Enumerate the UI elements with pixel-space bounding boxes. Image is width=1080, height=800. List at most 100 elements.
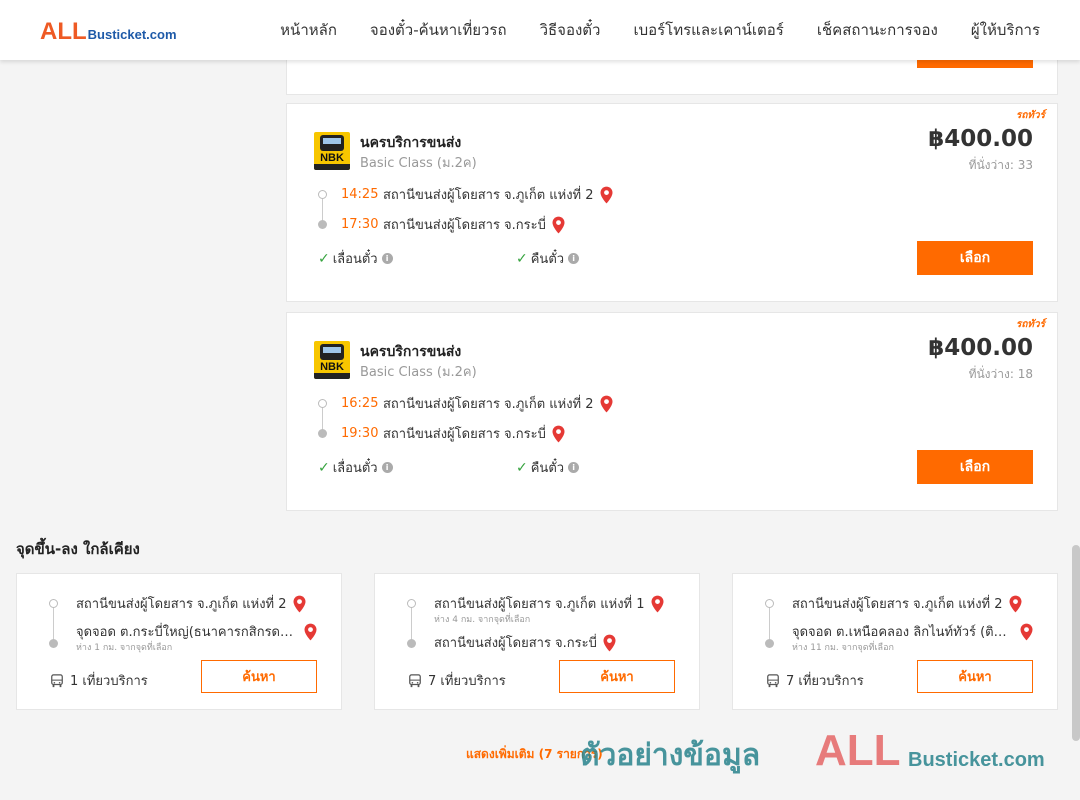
trip-card: รถทัวร์ NBK นครบริการขนส่ง Basic Class (… [286,312,1058,511]
watermark-all-text: ALL [815,726,901,775]
distance-note: ห่าง 11 กม. จากจุดที่เลือก [792,643,894,653]
check-icon: ✓ [516,250,528,267]
trip-card: รถทัวร์ NBK นครบริการขนส่ง Basic Class (… [286,103,1058,302]
trip-count-text: 7 เที่ยวบริการ [786,674,864,689]
page-scrollbar[interactable] [1072,545,1080,741]
nearby-to-stop: จุดจอด ต.เหนือคลอง ลิกไนท์ทัวร์ (ติดถนน) [792,621,1048,642]
nearby-section-title: จุดขึ้น-ลง ใกล้เคียง [16,540,140,558]
feature-refund: ✓ คืนตั๋ว i [516,457,580,478]
distance-note: ห่าง 4 กม. จากจุดที่เลือก [434,615,531,625]
bus-icon [320,135,344,151]
nav-home[interactable]: หน้าหลัก [280,18,337,42]
nearby-to-stop: สถานีขนส่งผู้โดยสาร จ.กระบี่ [434,632,690,653]
nav-check-status[interactable]: เช็คสถานะการจอง [817,18,938,42]
arrival-stop: 17:30 สถานีขนส่งผู้โดยสาร จ.กระบี่ [341,214,566,235]
trip-price: ฿400.00 [928,335,1033,361]
check-icon: ✓ [318,459,330,476]
arrival-time: 19:30 [341,426,379,441]
timeline-start-dot [318,399,327,408]
nearby-to-stop: จุดจอด ต.กระบี่ใหญ่(ธนาคารกสิกรดลาดเก่า) [76,621,332,642]
nearby-route-card: สถานีขนส่งผู้โดยสาร จ.ภูเก็ต แห่งที่ 2 จ… [16,573,342,710]
map-pin-icon[interactable] [1008,595,1023,613]
nearby-from-stop: สถานีขนส่งผู้โดยสาร จ.ภูเก็ต แห่งที่ 2 [76,593,332,614]
bus-icon [409,673,421,687]
timeline-end-dot [407,639,416,648]
site-logo[interactable]: ALL Busticket.com [40,18,177,46]
map-pin-icon[interactable] [599,395,614,413]
bus-class: Basic Class (ม.2ค) [360,156,477,171]
stop-name: สถานีขนส่งผู้โดยสาร จ.ภูเก็ต แห่งที่ 2 [792,597,1003,612]
operator-logo: NBK [314,132,350,170]
nav-book-search[interactable]: จองตั๋ว-ค้นหาเที่ยวรถ [370,18,507,42]
nearby-from-stop: สถานีขนส่งผู้โดยสาร จ.ภูเก็ต แห่งที่ 1 [434,593,690,614]
arrival-place: สถานีขนส่งผู้โดยสาร จ.กระบี่ [383,427,546,442]
nav-phone-counter[interactable]: เบอร์โทรและเคาน์เตอร์ [633,18,783,42]
trip-price: ฿400.00 [928,126,1033,152]
departure-place: สถานีขนส่งผู้โดยสาร จ.ภูเก็ต แห่งที่ 2 [383,397,594,412]
timeline-start-dot [318,190,327,199]
timeline-end-dot [318,429,327,438]
stop-name: สถานีขนส่งผู้โดยสาร จ.ภูเก็ต แห่งที่ 1 [434,597,645,612]
map-pin-icon[interactable] [602,634,617,652]
map-pin-icon[interactable] [551,425,566,443]
bus-icon [51,673,63,687]
map-pin-icon[interactable] [551,216,566,234]
arrival-stop: 19:30 สถานีขนส่งผู้โดยสาร จ.กระบี่ [341,423,566,444]
nearby-route-card: สถานีขนส่งผู้โดยสาร จ.ภูเก็ต แห่งที่ 2 จ… [732,573,1058,710]
nearby-search-button[interactable]: ค้นหา [559,660,675,693]
map-pin-icon[interactable] [303,623,318,641]
previous-select-button[interactable] [917,59,1033,68]
info-icon[interactable]: i [381,253,393,264]
timeline-end-dot [765,639,774,648]
stop-name: จุดจอด ต.กระบี่ใหญ่(ธนาคารกสิกรดลาดเก่า) [76,625,298,640]
trip-count: 7 เที่ยวบริการ [408,670,506,691]
bus-type-badge: รถทัวร์ [1015,319,1045,330]
info-icon[interactable]: i [568,253,580,264]
seats-available: ที่นั่งว่าง: 33 [968,158,1033,172]
stop-name: สถานีขนส่งผู้โดยสาร จ.ภูเก็ต แห่งที่ 2 [76,597,287,612]
arrival-time: 17:30 [341,217,379,232]
main-nav: หน้าหลัก จองตั๋ว-ค้นหาเที่ยวรถ วิธีจองตั… [280,0,1040,60]
operator-logo-text: NBK [320,152,344,164]
map-pin-icon[interactable] [599,186,614,204]
departure-place: สถานีขนส่งผู้โดยสาร จ.ภูเก็ต แห่งที่ 2 [383,188,594,203]
seats-available: ที่นั่งว่าง: 18 [968,367,1033,381]
timeline-end-dot [318,220,327,229]
site-header: ALL Busticket.com หน้าหลัก จองตั๋ว-ค้นหา… [0,0,1080,60]
previous-trip-card [286,58,1058,95]
nav-operators[interactable]: ผู้ให้บริการ [971,18,1040,42]
feature-reschedule: ✓ เลื่อนตั๋ว i [318,248,393,269]
nearby-route-card: สถานีขนส่งผู้โดยสาร จ.ภูเก็ต แห่งที่ 1 ห… [374,573,700,710]
distance-note: ห่าง 1 กม. จากจุดที่เลือก [76,643,173,653]
feature-refund: ✓ คืนตั๋ว i [516,248,580,269]
select-trip-button[interactable]: เลือก [917,241,1033,275]
info-icon[interactable]: i [568,462,580,473]
map-pin-icon[interactable] [650,595,665,613]
feature-label: คืนตั๋ว [530,252,565,267]
select-trip-button[interactable]: เลือก [917,450,1033,484]
timeline-start-dot [407,599,416,608]
timeline-start-dot [765,599,774,608]
watermark-sample-text: ตัวอย่างข้อมูล [580,738,761,773]
check-icon: ✓ [516,459,528,476]
departure-stop: 14:25 สถานีขนส่งผู้โดยสาร จ.ภูเก็ต แห่งท… [341,184,614,205]
logo-all-text: ALL [40,18,87,45]
departure-stop: 16:25 สถานีขนส่งผู้โดยสาร จ.ภูเก็ต แห่งท… [341,393,614,414]
nav-how-to-book[interactable]: วิธีจองตั๋ว [540,18,601,42]
stop-name: จุดจอด ต.เหนือคลอง ลิกไนท์ทัวร์ (ติดถนน) [792,625,1014,640]
bus-class: Basic Class (ม.2ค) [360,365,477,380]
map-pin-icon[interactable] [292,595,307,613]
nearby-search-button[interactable]: ค้นหา [201,660,317,693]
bus-icon [767,673,779,687]
feature-label: เลื่อนตั๋ว [332,252,378,267]
nearby-search-button[interactable]: ค้นหา [917,660,1033,693]
map-pin-icon[interactable] [1019,623,1034,641]
trip-count: 1 เที่ยวบริการ [50,670,148,691]
feature-label: เลื่อนตั๋ว [332,461,378,476]
timeline-start-dot [49,599,58,608]
operator-name: นครบริการขนส่ง [360,344,462,360]
feature-reschedule: ✓ เลื่อนตั๋ว i [318,457,393,478]
info-icon[interactable]: i [381,462,393,473]
stop-name: สถานีขนส่งผู้โดยสาร จ.กระบี่ [434,636,597,651]
operator-logo-text: NBK [320,361,344,373]
